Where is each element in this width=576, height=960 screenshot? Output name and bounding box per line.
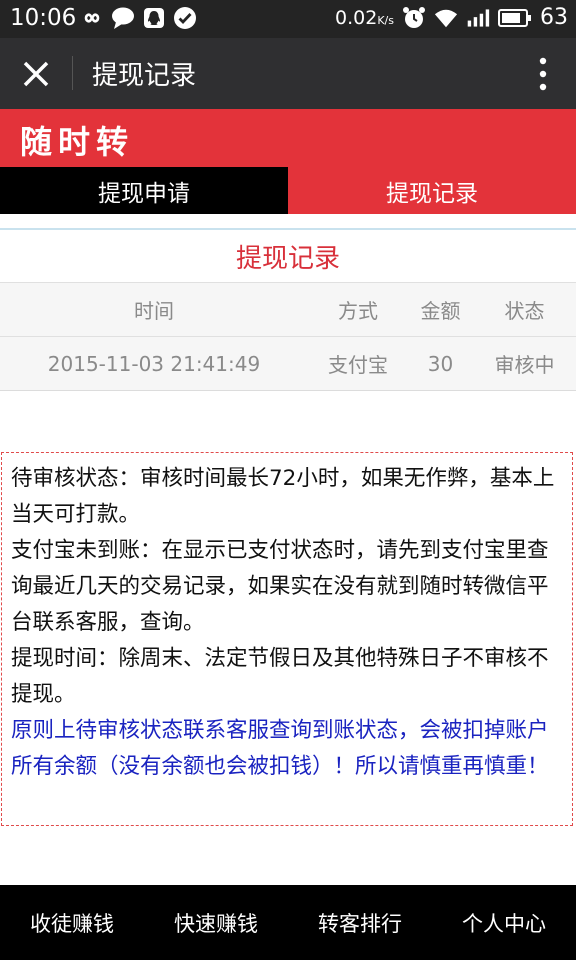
alarm-clock-icon xyxy=(402,6,426,30)
bottom-nav: 收徒赚钱 快速赚钱 转客排行 个人中心 xyxy=(0,885,576,960)
chat-bubble-icon xyxy=(111,6,135,30)
column-header-time: 时间 xyxy=(134,299,174,323)
battery-level: 63 xyxy=(540,5,568,30)
tab-bar: 提现申请 提现记录 xyxy=(0,167,576,214)
title-divider xyxy=(72,56,73,90)
network-speed: 0.02K/s xyxy=(335,6,394,29)
notice-warning: 原则上待审核状态联系客服查询到账状态，会被扣掉账户所有余额（没有余额也会被扣钱）… xyxy=(11,718,549,779)
qq-icon xyxy=(142,6,166,30)
notice-box: 待审核状态：审核时间最长72小时，如果无作弊，基本上当天可打款。 支付宝未到账：… xyxy=(1,452,573,826)
tab-withdraw-apply[interactable]: 提现申请 xyxy=(0,167,288,214)
column-header-method: 方式 xyxy=(338,299,378,323)
close-icon[interactable] xyxy=(18,56,54,92)
wifi-icon xyxy=(434,6,458,30)
table-row: 2015-11-03 21:41:49 支付宝 30 审核中 xyxy=(0,337,576,391)
table-header: 时间 方式 金额 状态 xyxy=(0,283,576,337)
check-circle-icon xyxy=(173,6,197,30)
column-header-status: 状态 xyxy=(504,299,545,323)
nav-quick-earn[interactable]: 快速赚钱 xyxy=(144,885,288,960)
brand-logo: 随时转 xyxy=(20,123,135,161)
notice-review-status: 待审核状态：审核时间最长72小时，如果无作弊，基本上当天可打款。 xyxy=(11,466,555,527)
nav-personal-center[interactable]: 个人中心 xyxy=(432,885,576,960)
tab-withdraw-records[interactable]: 提现记录 xyxy=(288,167,576,214)
record-status: 审核中 xyxy=(494,353,555,377)
record-amount: 30 xyxy=(427,351,454,376)
notice-alipay: 支付宝未到账：在显示已支付状态时，请先到支付宝里查询最近几天的交易记录，如果实在… xyxy=(11,538,549,635)
infinity-icon xyxy=(80,6,104,30)
record-time: 2015-11-03 21:41:49 xyxy=(47,351,261,376)
notice-withdraw-time: 提现时间：除周末、法定节假日及其他特殊日子不审核不提现。 xyxy=(11,646,549,707)
title-bar: 提现记录 xyxy=(0,38,576,109)
more-menu-icon[interactable] xyxy=(536,56,550,92)
records-title: 提现记录 xyxy=(0,230,576,283)
status-bar: 10:06 0.02K/s 63 xyxy=(0,0,576,38)
nav-ranking[interactable]: 转客排行 xyxy=(288,885,432,960)
nav-recruit-earn[interactable]: 收徒赚钱 xyxy=(0,885,144,960)
record-method: 支付宝 xyxy=(328,353,388,377)
battery-icon xyxy=(498,6,532,30)
column-header-amount: 金额 xyxy=(420,299,461,323)
brand-header: 随时转 xyxy=(0,109,576,167)
status-time: 10:06 xyxy=(10,5,77,31)
signal-icon xyxy=(466,6,490,30)
tab-spacer xyxy=(0,214,576,228)
page-title: 提现记录 xyxy=(92,61,197,91)
